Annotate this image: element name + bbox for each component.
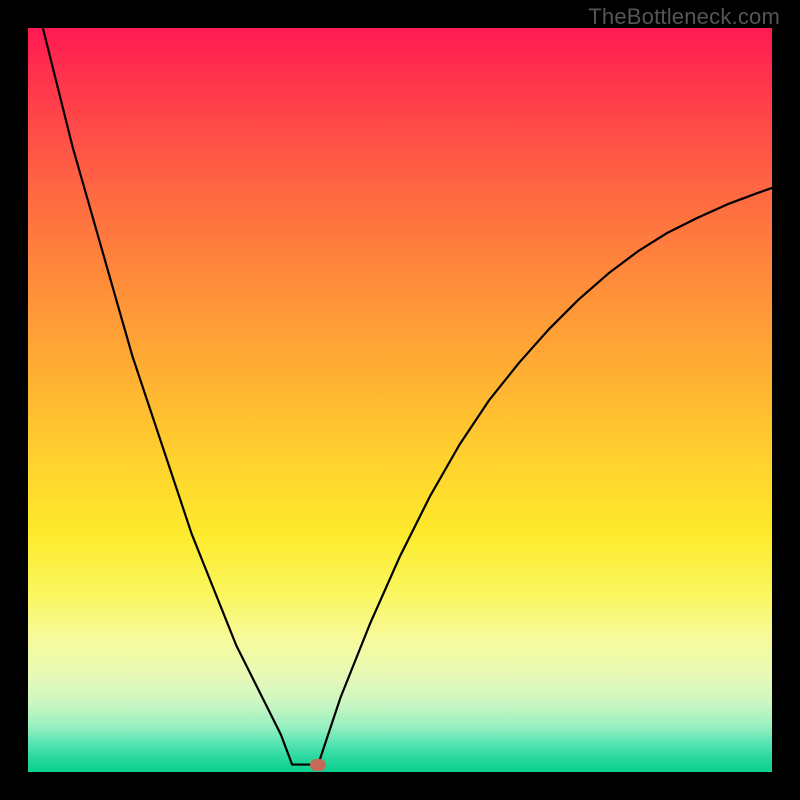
- bottleneck-curve: [28, 28, 772, 772]
- plot-area: [28, 28, 772, 772]
- notch-marker: [310, 759, 326, 771]
- chart-frame: TheBottleneck.com: [0, 0, 800, 800]
- watermark-text: TheBottleneck.com: [588, 4, 780, 30]
